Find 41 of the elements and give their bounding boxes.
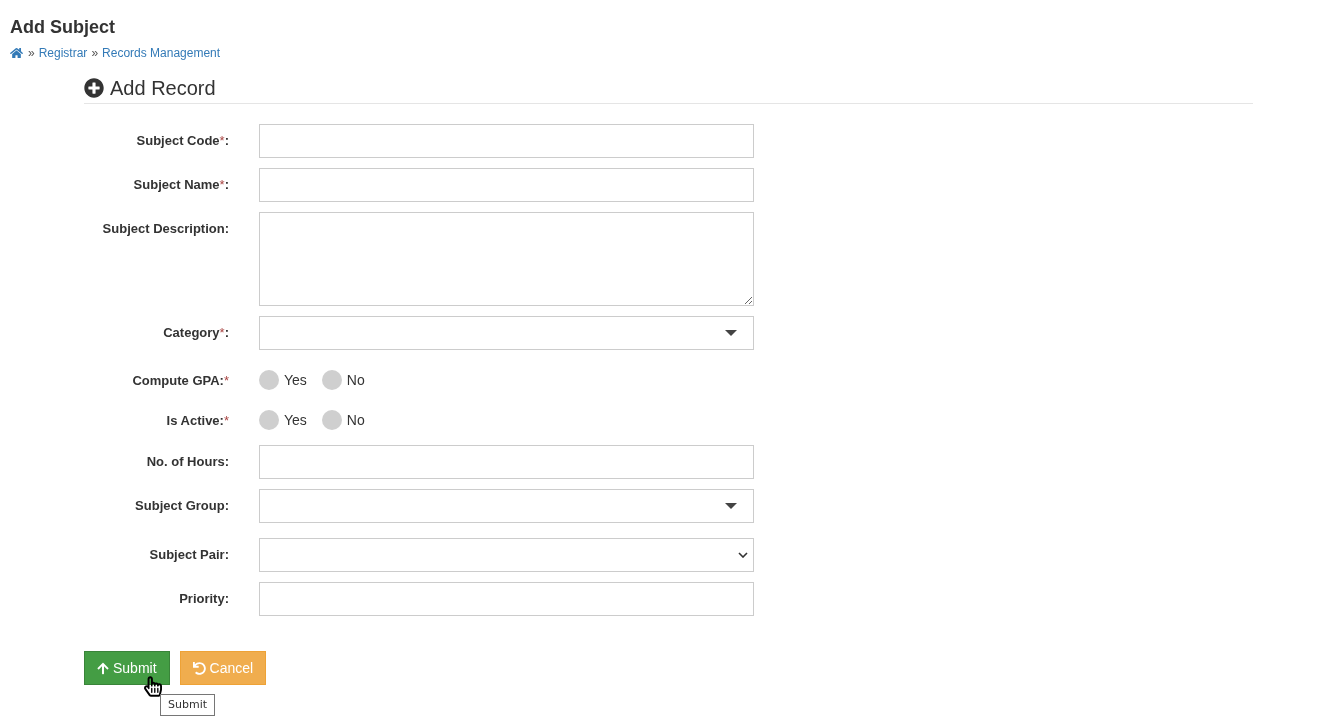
field-label: Subject Pair:	[148, 546, 229, 564]
hand-cursor-icon	[144, 675, 162, 698]
radio-label: No	[346, 371, 365, 390]
breadcrumb-separator: »	[91, 45, 99, 61]
radio-label: Yes	[284, 371, 307, 390]
caret-icon	[725, 503, 737, 509]
field-label: Priority:	[178, 590, 229, 608]
page-title: Add Subject	[10, 16, 115, 38]
caret-icon	[725, 330, 737, 336]
field-label: Is Active:*	[165, 412, 229, 430]
breadcrumb-link[interactable]: Registrar	[38, 45, 88, 61]
radio-label: No	[346, 411, 365, 430]
radio-button[interactable]	[321, 370, 342, 390]
undo-icon	[192, 661, 206, 675]
radio-label: Yes	[284, 411, 307, 430]
tooltip: Submit	[160, 694, 216, 716]
input-field[interactable]	[259, 168, 754, 202]
textarea-field[interactable]	[259, 212, 754, 306]
field-label: Compute GPA:*	[131, 372, 229, 390]
input-field[interactable]	[259, 124, 754, 158]
breadcrumb-link[interactable]: Records Management	[102, 45, 221, 61]
input-field[interactable]	[259, 445, 754, 479]
radio-button[interactable]	[259, 370, 279, 390]
field-label: Subject Description:	[101, 220, 229, 238]
radio-button[interactable]	[259, 410, 279, 430]
input-field[interactable]	[259, 582, 754, 616]
field-label: Subject Code*:	[135, 132, 229, 150]
home-icon[interactable]	[10, 47, 23, 59]
select-field[interactable]	[259, 489, 754, 523]
field-label: Subject Name*:	[132, 176, 229, 194]
radio-button[interactable]	[321, 410, 342, 430]
select-field[interactable]	[259, 538, 754, 572]
chevron-down-icon	[738, 552, 748, 558]
select-field[interactable]	[259, 316, 754, 350]
breadcrumb-separator: »	[28, 45, 35, 61]
field-label: No. of Hours:	[145, 453, 229, 471]
submit-button[interactable]: Submit	[84, 651, 170, 685]
section-title: Add Record	[84, 76, 216, 100]
field-label: Subject Group:	[134, 497, 229, 515]
arrow-up-icon	[97, 661, 109, 675]
field-label: Category*:	[162, 324, 229, 342]
